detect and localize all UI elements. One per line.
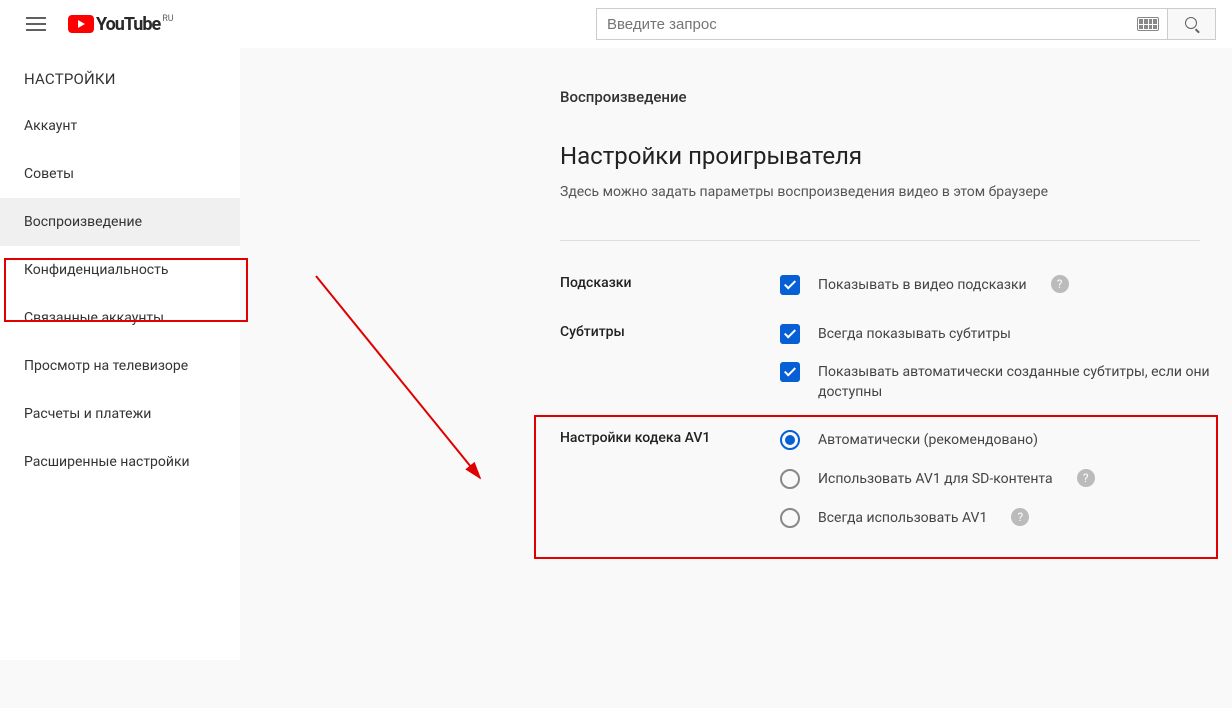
sidebar-item-billing[interactable]: Расчеты и платежи — [0, 390, 240, 438]
subtitles-option1-label: Всегда показывать субтитры — [818, 324, 1011, 345]
divider — [560, 240, 1200, 241]
sidebar-item-tv[interactable]: Просмотр на телевизоре — [0, 342, 240, 390]
radio-av1-auto[interactable] — [780, 430, 800, 450]
radio-av1-sd[interactable] — [780, 469, 800, 489]
search-box — [596, 8, 1168, 40]
search-button[interactable] — [1168, 8, 1216, 40]
section-hints-label: Подсказки — [560, 275, 780, 291]
hamburger-icon — [26, 17, 46, 31]
help-icon[interactable]: ? — [1077, 469, 1095, 487]
search-icon — [1185, 17, 1199, 31]
av1-option2-label: Использовать AV1 для SD-контента — [818, 469, 1053, 490]
section-subtitles-label: Субтитры — [560, 324, 780, 340]
help-icon[interactable]: ? — [1011, 508, 1029, 526]
checkbox-auto-subtitles[interactable] — [780, 362, 800, 382]
sidebar-item-privacy[interactable]: Конфиденциальность — [0, 246, 240, 294]
help-icon[interactable]: ? — [1051, 275, 1069, 293]
av1-option1-label: Автоматически (рекомендовано) — [818, 430, 1038, 451]
logo-text: YouTube — [96, 14, 160, 35]
breadcrumb: Воспроизведение — [560, 88, 1232, 106]
country-code: RU — [162, 14, 173, 24]
search-input[interactable] — [597, 16, 1137, 33]
checkbox-show-hints[interactable] — [780, 275, 800, 295]
keyboard-icon[interactable] — [1137, 17, 1159, 31]
page-desc: Здесь можно задать параметры воспроизвед… — [560, 184, 1232, 200]
page-title: Настройки проигрывателя — [560, 142, 1232, 170]
section-av1-label: Настройки кодека AV1 — [560, 430, 780, 446]
av1-option3-label: Всегда использовать AV1 — [818, 508, 987, 529]
sidebar-item-advanced[interactable]: Расширенные настройки — [0, 438, 240, 486]
checkbox-always-subtitles[interactable] — [780, 324, 800, 344]
sidebar-item-playback[interactable]: Воспроизведение — [0, 198, 240, 246]
subtitles-option2-label: Показывать автоматически созданные субти… — [818, 362, 1218, 402]
hints-option-label: Показывать в видео подсказки — [818, 275, 1027, 296]
sidebar-item-linked[interactable]: Связанные аккаунты — [0, 294, 240, 342]
youtube-play-icon — [68, 15, 94, 33]
sidebar-item-tips[interactable]: Советы — [0, 150, 240, 198]
menu-button[interactable] — [16, 4, 56, 44]
sidebar-item-account[interactable]: Аккаунт — [0, 102, 240, 150]
radio-av1-always[interactable] — [780, 508, 800, 528]
sidebar-title: НАСТРОЙКИ — [0, 60, 240, 102]
logo[interactable]: YouTube RU — [68, 14, 174, 35]
